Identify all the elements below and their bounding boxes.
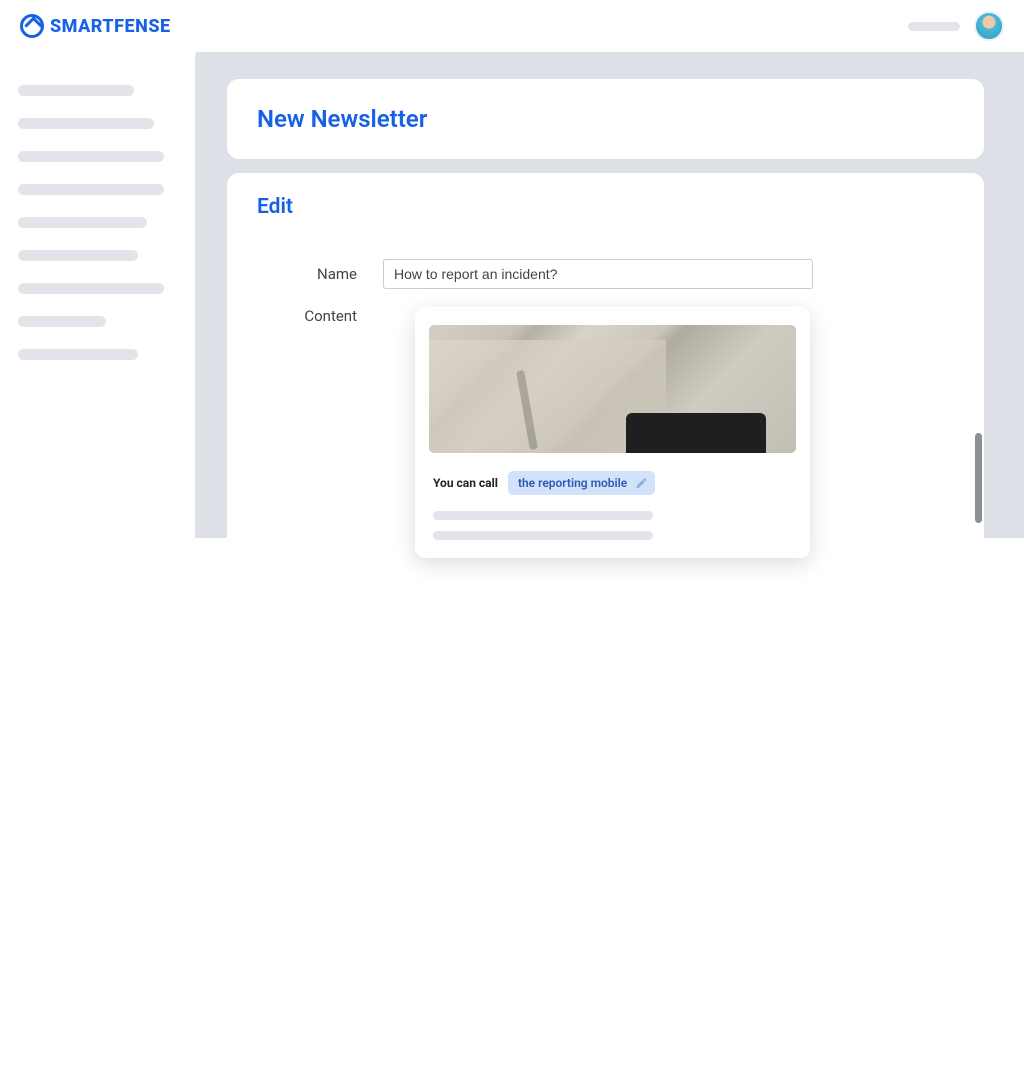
page-title: New Newsletter — [257, 105, 954, 133]
preview-text-placeholder — [433, 511, 653, 520]
sidebar-item[interactable] — [18, 217, 147, 228]
page-title-card: New Newsletter — [227, 79, 984, 159]
edit-icon[interactable] — [635, 477, 648, 490]
sidebar-item[interactable] — [18, 283, 164, 294]
brand-logo-icon — [20, 14, 44, 38]
sidebar-item[interactable] — [18, 250, 138, 261]
brand-logo[interactable]: SMARTFENSE — [20, 14, 171, 38]
main-content: New Newsletter Edit Name Content You can… — [195, 47, 1024, 538]
sidebar-nav — [18, 85, 173, 360]
sidebar-item[interactable] — [18, 184, 164, 195]
scrollbar-thumb[interactable] — [975, 433, 982, 523]
variable-chip-text: the reporting mobile — [518, 476, 627, 490]
sidebar-item[interactable] — [18, 118, 154, 129]
section-title: Edit — [257, 195, 954, 219]
content-editor-preview[interactable]: You can call the reporting mobile — [415, 307, 810, 558]
brand-logo-text: SMARTFENSE — [50, 16, 171, 37]
sidebar-item[interactable] — [18, 349, 138, 360]
sidebar-item[interactable] — [18, 85, 134, 96]
edit-card: Edit Name Content You can call the repor… — [227, 173, 984, 1076]
sidebar-item[interactable] — [18, 316, 106, 327]
name-label: Name — [257, 265, 357, 283]
variable-chip[interactable]: the reporting mobile — [508, 471, 655, 495]
user-avatar[interactable] — [974, 11, 1004, 41]
preview-image — [429, 325, 796, 453]
topbar-placeholder — [908, 22, 960, 31]
preview-text-placeholder — [433, 531, 653, 540]
content-label: Content — [257, 307, 357, 558]
name-input[interactable] — [383, 259, 813, 289]
preview-call-prefix: You can call — [433, 476, 498, 490]
sidebar-item[interactable] — [18, 151, 164, 162]
